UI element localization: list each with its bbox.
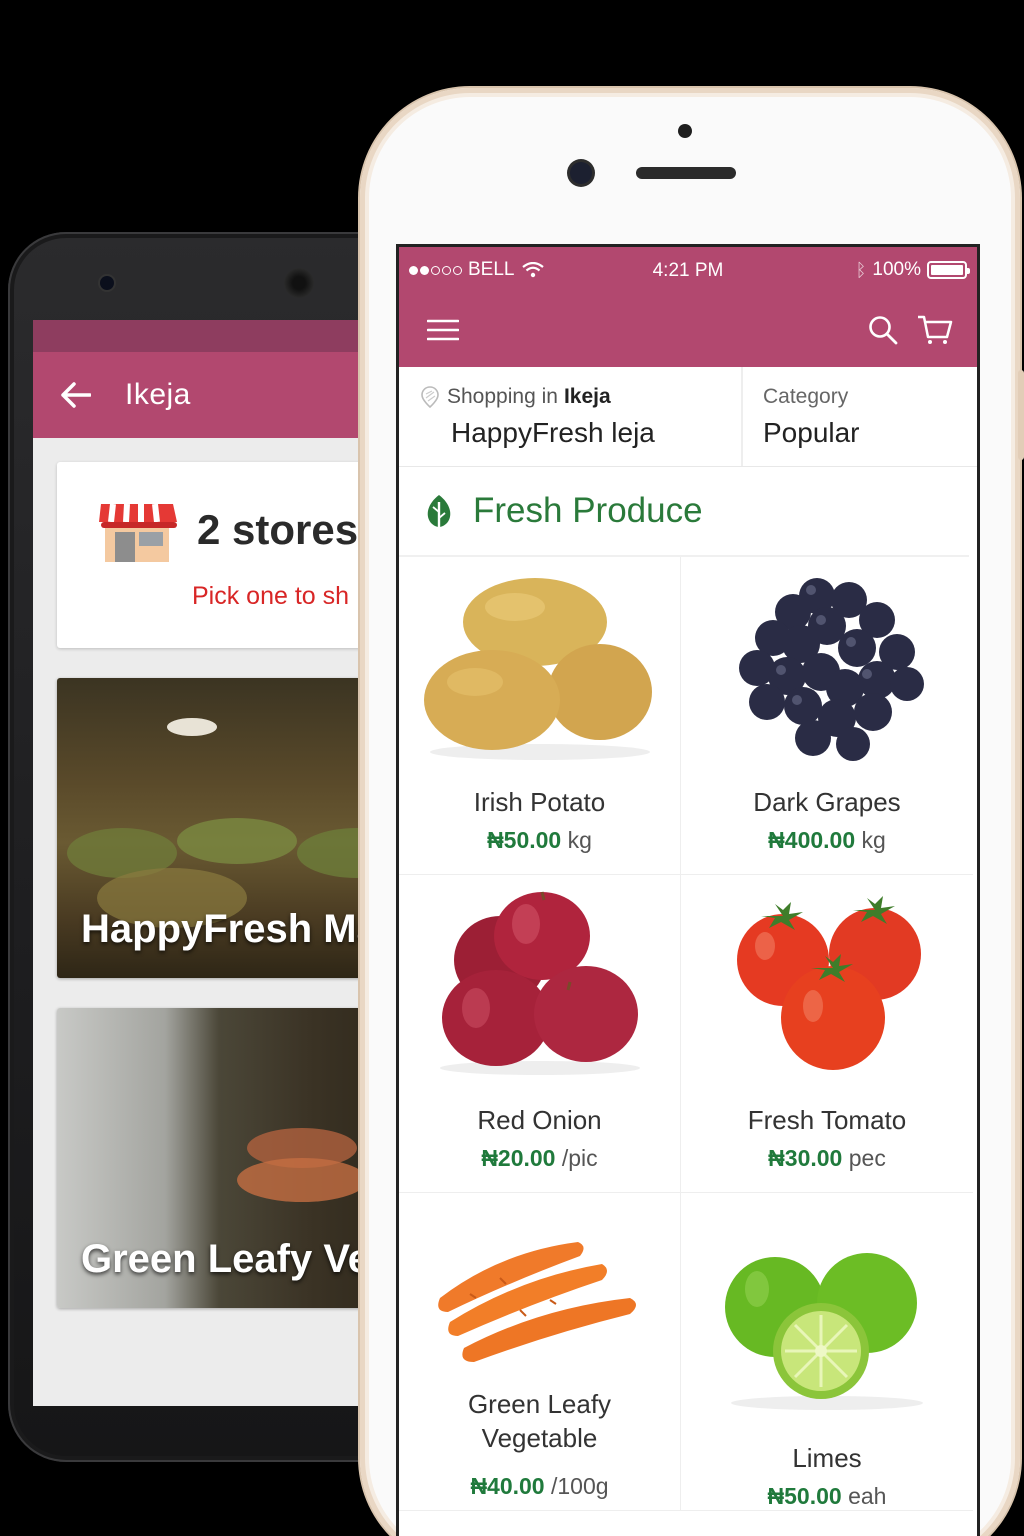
iphone-screen: BELL 4:21 PM ᛒ 100% Shopping in Ikeja Ha… [396, 244, 980, 1536]
category-selector[interactable]: Category Popular [743, 367, 977, 466]
android-page-title: Ikeja [125, 378, 191, 411]
product-name: Limes [792, 1443, 862, 1473]
potato-image [399, 567, 680, 767]
wifi-icon [522, 262, 545, 278]
top-nav-bar [399, 293, 977, 367]
speaker-grille [284, 268, 314, 298]
product-unit: /pic [561, 1145, 598, 1171]
store-name: Green Leafy Veg [81, 1237, 395, 1281]
pick-store-prompt: Pick one to sh [192, 582, 350, 610]
product-tile-red-onion[interactable]: Red Onion ₦20.00 /pic [399, 875, 681, 1193]
leaf-icon [427, 495, 451, 527]
selected-store-name: HappyFresh leja [451, 417, 655, 448]
store-name: HappyFresh Mar [81, 907, 395, 951]
product-unit: pec [848, 1145, 886, 1171]
bluetooth-icon: ᛒ [855, 259, 867, 280]
battery-icon [927, 261, 970, 279]
product-price-line: ₦40.00 /100g [399, 1473, 680, 1500]
status-bar: BELL 4:21 PM ᛒ 100% [399, 247, 977, 293]
iphone: BELL 4:21 PM ᛒ 100% Shopping in Ikeja Ha… [360, 88, 1024, 1536]
product-name: Fresh Tomato [747, 1105, 907, 1135]
product-name: Green Leafy Vegetable [467, 1389, 612, 1453]
product-price: ₦50.00 [487, 827, 562, 853]
shopping-location[interactable]: Shopping in Ikeja HappyFresh leja [399, 367, 743, 466]
store-selector-bar: Shopping in Ikeja HappyFresh leja Catego… [399, 367, 977, 467]
battery-percent: 100% [872, 259, 921, 280]
product-price: ₦40.00 [470, 1473, 545, 1499]
carrot-image [399, 1207, 680, 1367]
back-arrow-icon[interactable] [59, 378, 93, 412]
category-label: Category [763, 385, 849, 408]
product-price-line: ₦50.00 eah [681, 1483, 973, 1510]
section-title: Fresh Produce [473, 491, 703, 530]
search-icon[interactable] [865, 312, 901, 348]
product-price-line: ₦20.00 /pic [399, 1145, 680, 1172]
tomato-image [681, 885, 973, 1085]
product-tile-irish-potato[interactable]: Irish Potato ₦50.00 kg [399, 557, 681, 875]
proximity-sensor [678, 124, 692, 138]
shopping-area: Ikeja [563, 385, 611, 408]
product-unit: /100g [551, 1473, 609, 1499]
product-price: ₦50.00 [767, 1483, 842, 1509]
storefront-icon [99, 500, 177, 564]
product-tile-green-leafy-vegetable[interactable]: Green Leafy Vegetable ₦40.00 /100g [399, 1193, 681, 1511]
product-price: ₦20.00 [481, 1145, 556, 1171]
product-price-line: ₦30.00 pec [681, 1145, 973, 1172]
front-camera [570, 162, 592, 184]
product-tile-dark-grapes[interactable]: Dark Grapes ₦400.00 kg [681, 557, 973, 875]
product-unit: eah [848, 1483, 887, 1509]
produce-pile [177, 818, 297, 864]
earpiece [636, 167, 736, 179]
product-price: ₦30.00 [768, 1145, 843, 1171]
product-unit: kg [861, 827, 886, 853]
lime-image [681, 1223, 973, 1423]
product-name: Red Onion [477, 1105, 602, 1135]
product-tile-fresh-tomato[interactable]: Fresh Tomato ₦30.00 pec [681, 875, 973, 1193]
product-tile-limes[interactable]: Limes ₦50.00 eah [681, 1193, 973, 1511]
stores-count: 2 stores [197, 506, 359, 553]
product-unit: kg [567, 827, 592, 853]
product-name: Irish Potato [473, 787, 606, 817]
category-value: Popular [763, 417, 860, 448]
carrier-name: BELL [468, 259, 515, 280]
signal-icon [409, 265, 462, 275]
side-button [1018, 370, 1024, 460]
section-header: Fresh Produce [399, 467, 969, 557]
hamburger-icon[interactable] [425, 312, 461, 348]
product-name: Dark Grapes [753, 787, 901, 817]
cart-icon[interactable] [917, 312, 953, 348]
lamp-shape [167, 718, 217, 736]
front-camera [100, 276, 114, 290]
produce-sack [237, 1158, 367, 1202]
location-pin-icon [421, 386, 439, 408]
shopping-prefix: Shopping in [447, 385, 558, 408]
product-grid: Irish Potato ₦50.00 kg Dark Grapes ₦400.… [399, 557, 977, 1511]
product-price: ₦400.00 [768, 827, 856, 853]
onion-image [399, 885, 680, 1085]
product-price-line: ₦50.00 kg [399, 827, 680, 854]
product-price-line: ₦400.00 kg [681, 827, 973, 854]
grapes-image [681, 567, 973, 767]
